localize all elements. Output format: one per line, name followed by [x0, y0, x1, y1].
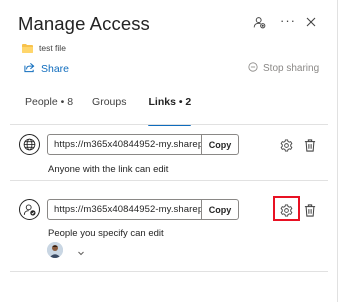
copy-button[interactable]: Copy	[202, 140, 238, 150]
share-button[interactable]: Share	[24, 62, 69, 76]
delete-icon[interactable]	[302, 137, 318, 153]
share-icon	[24, 62, 35, 76]
link-url: https://m365x40844952-my.sharepoint....	[54, 139, 201, 150]
divider	[10, 124, 328, 125]
stop-icon	[248, 62, 258, 75]
divider	[10, 271, 328, 272]
folder-icon	[22, 43, 33, 53]
close-icon[interactable]	[303, 14, 319, 30]
link-url: https://m365x40844952-my.sharepoint....	[54, 204, 201, 215]
share-label: Share	[41, 63, 70, 75]
delete-icon[interactable]	[302, 202, 318, 218]
tab-bar: People • 8 Groups Links • 2	[25, 96, 192, 126]
stop-sharing-label: Stop sharing	[263, 63, 320, 74]
link-permission: People you specify can edit	[48, 228, 164, 239]
chevron-down-icon[interactable]	[76, 245, 86, 256]
stop-sharing-button[interactable]: Stop sharing	[248, 62, 319, 75]
highlight-box	[273, 196, 300, 221]
file-row: test file	[22, 43, 66, 53]
tab-groups[interactable]: Groups	[92, 96, 126, 114]
page-title: Manage Access	[18, 13, 150, 34]
globe-icon	[19, 134, 40, 155]
manage-access-panel: Manage Access ··· test file Share Stop s…	[0, 0, 338, 302]
people-settings-icon[interactable]	[251, 14, 267, 30]
link-permission: Anyone with the link can edit	[48, 164, 169, 175]
link-url-field[interactable]: https://m365x40844952-my.sharepoint.... …	[47, 199, 239, 220]
avatar[interactable]	[47, 242, 63, 258]
gear-icon[interactable]	[278, 137, 294, 153]
tab-links-label: Links • 2	[148, 96, 192, 108]
more-icon[interactable]: ···	[280, 12, 296, 28]
link-url-field[interactable]: https://m365x40844952-my.sharepoint.... …	[47, 134, 239, 155]
specific-people-icon	[19, 199, 40, 220]
file-name: test file	[39, 43, 66, 53]
tab-people[interactable]: People • 8	[25, 96, 73, 114]
divider	[10, 180, 328, 181]
tab-links[interactable]: Links • 2	[148, 96, 192, 126]
copy-button[interactable]: Copy	[202, 205, 238, 215]
